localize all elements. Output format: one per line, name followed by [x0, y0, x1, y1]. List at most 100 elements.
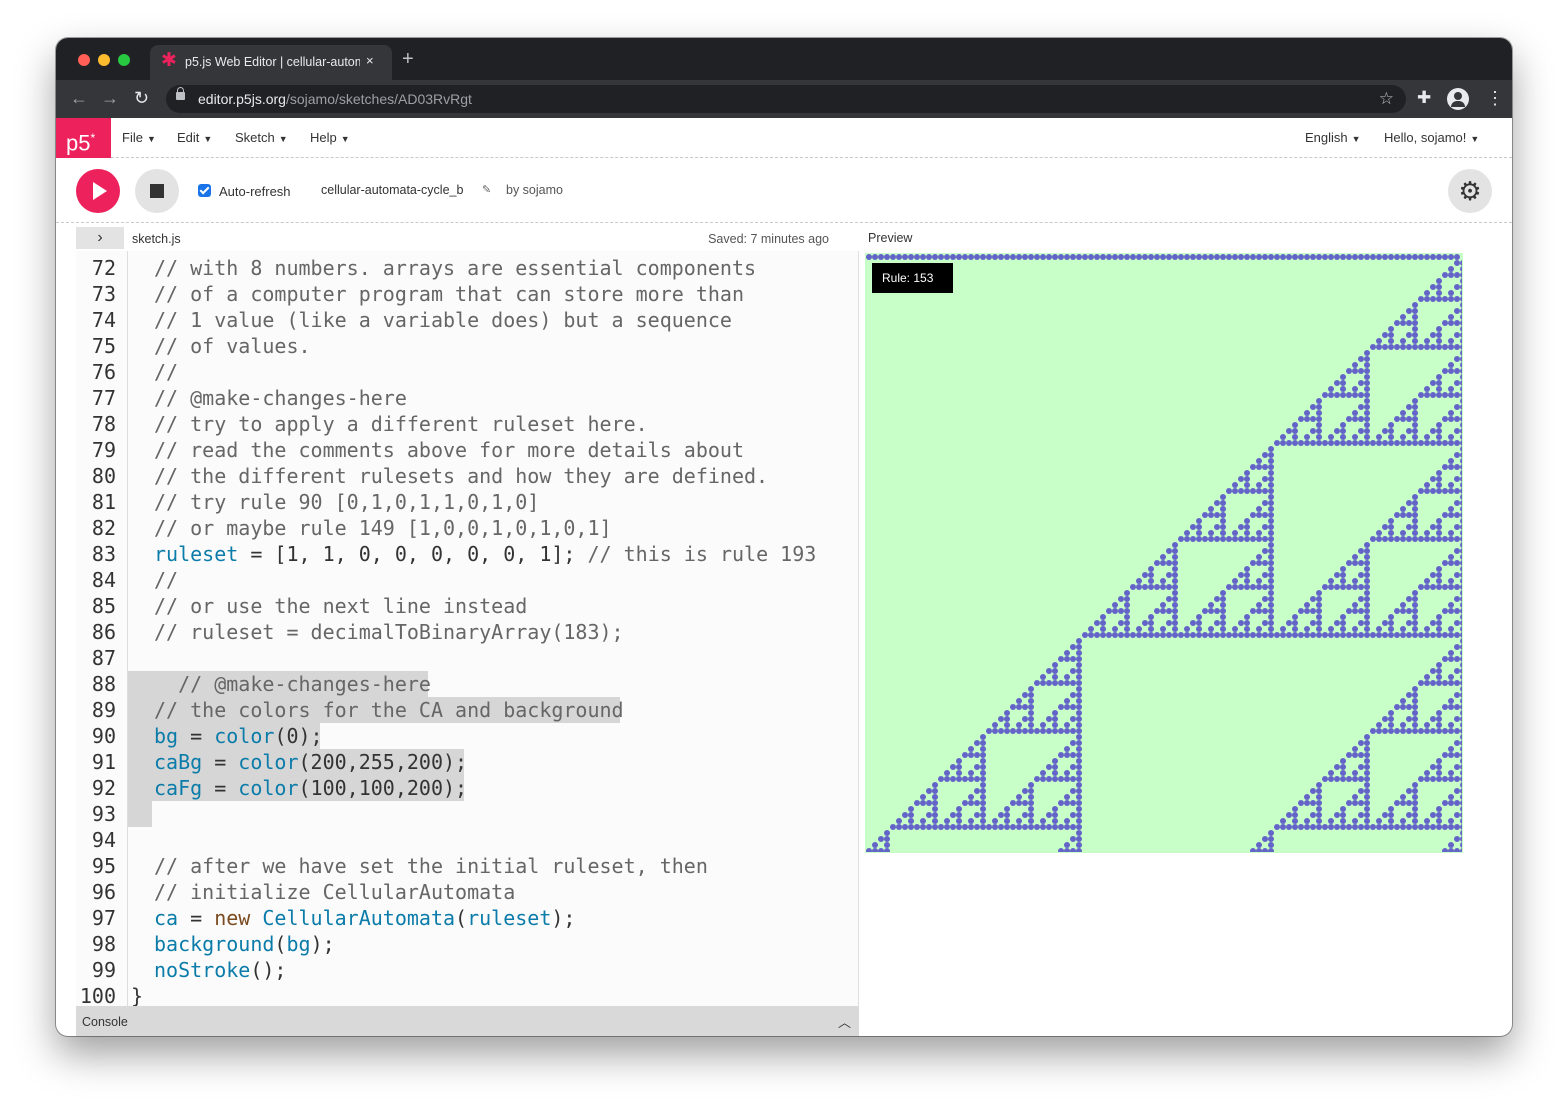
line-number: 91: [91, 750, 116, 774]
maximize-window-button[interactable]: [118, 54, 130, 66]
code-line[interactable]: }: [131, 983, 143, 1006]
line-number: 74: [91, 308, 116, 332]
lock-icon: [176, 87, 185, 100]
code-line[interactable]: // of a computer program that can store …: [154, 281, 744, 307]
extensions-puzzle-icon[interactable]: ✚: [1417, 88, 1431, 108]
code-line[interactable]: caFg = color(100,100,200);: [154, 775, 467, 801]
code-line[interactable]: // of values.: [154, 333, 311, 359]
line-number: 99: [91, 958, 116, 982]
profile-avatar-icon[interactable]: [1447, 88, 1469, 110]
play-button[interactable]: [76, 169, 120, 213]
address-bar[interactable]: editor.p5js.org/sojamo/sketches/AD03RvRg…: [166, 85, 1406, 113]
stop-icon: [150, 184, 164, 198]
browser-menu-icon[interactable]: ⋮: [1486, 89, 1504, 107]
line-number: 84: [91, 568, 116, 592]
chevron-down-icon: ▼: [203, 134, 213, 144]
close-window-button[interactable]: [78, 54, 90, 66]
canvas-background: [866, 254, 1462, 852]
line-number: 96: [91, 880, 116, 904]
tab-close-icon[interactable]: ×: [366, 53, 374, 68]
code-line[interactable]: ruleset = [1, 1, 0, 0, 0, 0, 0, 1]; // t…: [154, 541, 816, 567]
line-number: 73: [91, 282, 116, 306]
code-area[interactable]: 72 // with 8 numbers. arrays are essentia…: [76, 251, 859, 1006]
chevron-up-icon[interactable]: ︿: [838, 1012, 851, 1031]
code-line[interactable]: // after we have set the initial ruleset…: [154, 853, 708, 879]
code-line[interactable]: // 1 value (like a variable does) but a …: [154, 307, 732, 333]
language-select[interactable]: English ▼: [1305, 130, 1361, 145]
menu-help[interactable]: Help ▼: [310, 130, 350, 145]
menu-sketch[interactable]: Sketch ▼: [235, 130, 288, 145]
sketch-name[interactable]: cellular-automata-cycle_b: [321, 183, 463, 197]
line-number: 92: [91, 776, 116, 800]
menu-edit[interactable]: Edit ▼: [177, 130, 212, 145]
cellular-automata-canvas: [866, 254, 1462, 852]
code-line[interactable]: // or use the next line instead: [154, 593, 527, 619]
code-line[interactable]: // try to apply a different ruleset here…: [154, 411, 648, 437]
pencil-icon[interactable]: ✎: [482, 183, 491, 196]
bookmark-star-icon[interactable]: ☆: [1379, 89, 1394, 109]
line-number: 81: [91, 490, 116, 514]
code-line[interactable]: // with 8 numbers. arrays are essential …: [154, 255, 756, 281]
minimize-window-button[interactable]: [98, 54, 110, 66]
line-number: 87: [91, 646, 116, 670]
sketch-preview-canvas[interactable]: [865, 253, 1463, 853]
p5-logo[interactable]: p5*: [56, 118, 111, 158]
code-line[interactable]: //: [154, 359, 178, 385]
forward-arrow-icon[interactable]: →: [101, 88, 119, 108]
sketch-toolbar: Auto-refresh cellular-automata-cycle_b ✎…: [56, 159, 1512, 223]
line-number: 80: [91, 464, 116, 488]
line-number: 94: [91, 828, 116, 852]
code-line[interactable]: // the different rulesets and how they a…: [154, 463, 768, 489]
chevron-down-icon: ▼: [146, 134, 156, 144]
back-arrow-icon[interactable]: ←: [70, 88, 88, 108]
line-number: 83: [91, 542, 116, 566]
saved-status: Saved: 7 minutes ago: [708, 232, 829, 246]
sketch-owner: by sojamo: [506, 183, 563, 197]
line-number: 95: [91, 854, 116, 878]
preview-label: Preview: [868, 231, 913, 245]
line-number: 88: [91, 672, 116, 696]
sidebar-toggle-chevron-icon[interactable]: ›: [76, 227, 124, 249]
chevron-down-icon: ▼: [340, 134, 350, 144]
menu-file[interactable]: File ▼: [122, 130, 156, 145]
line-number: 89: [91, 698, 116, 722]
line-number: 72: [91, 256, 116, 280]
stop-button[interactable]: [135, 169, 179, 213]
code-line[interactable]: ca = new CellularAutomata(ruleset);: [154, 905, 575, 931]
new-tab-button[interactable]: +: [402, 49, 414, 69]
file-name: sketch.js: [132, 232, 181, 246]
line-number: 75: [91, 334, 116, 358]
editor-nav: p5* File ▼ Edit ▼ Sketch ▼ Help ▼ English ▼ H…: [56, 118, 1512, 158]
code-line[interactable]: // read the comments above for more deta…: [154, 437, 744, 463]
code-line[interactable]: background(bg);: [154, 931, 335, 957]
browser-tab[interactable]: ✱ p5.js Web Editor | cellular-automata-c…: [150, 45, 392, 80]
code-line[interactable]: // initialize CellularAutomata: [154, 879, 515, 905]
line-number: 82: [91, 516, 116, 540]
browser-window: ✱ p5.js Web Editor | cellular-automata-c…: [56, 38, 1512, 1036]
address-toolbar: ← → ↻ editor.p5js.org/sojamo/sketches/AD…: [56, 80, 1512, 118]
auto-refresh-checkbox[interactable]: [198, 184, 211, 197]
url-text[interactable]: editor.p5js.org/sojamo/sketches/AD03RvRg…: [198, 91, 472, 107]
p5-favicon-icon: ✱: [161, 50, 177, 71]
code-line[interactable]: noStroke();: [154, 957, 286, 983]
user-menu[interactable]: Hello, sojamo! ▼: [1384, 130, 1479, 145]
code-line[interactable]: // try rule 90 [0,1,0,1,1,0,1,0]: [154, 489, 539, 515]
line-number: 98: [91, 932, 116, 956]
tab-title: p5.js Web Editor | cellular-automata-cyc…: [185, 55, 360, 69]
code-editor-panel: › sketch.js Saved: 7 minutes ago 72 // wi…: [76, 225, 859, 1036]
file-bar: › sketch.js Saved: 7 minutes ago: [76, 225, 859, 251]
code-line[interactable]: // or maybe rule 149 [1,0,0,1,0,1,0,1]: [154, 515, 612, 541]
line-number: 78: [91, 412, 116, 436]
code-line[interactable]: //: [154, 567, 178, 593]
reload-icon[interactable]: ↻: [134, 88, 149, 108]
code-line[interactable]: caBg = color(200,255,200);: [154, 749, 467, 775]
console-bar[interactable]: Console ︿: [76, 1006, 859, 1036]
settings-gear-icon[interactable]: ⚙: [1448, 169, 1492, 213]
code-line[interactable]: bg = color(0);: [154, 723, 323, 749]
line-number: 86: [91, 620, 116, 644]
code-line[interactable]: // @make-changes-here: [154, 385, 407, 411]
code-line[interactable]: // @make-changes-here: [154, 671, 431, 697]
code-line[interactable]: // ruleset = decimalToBinaryArray(183);: [154, 619, 624, 645]
chevron-down-icon: ▼: [278, 134, 288, 144]
code-line[interactable]: // the colors for the CA and background: [154, 697, 624, 723]
